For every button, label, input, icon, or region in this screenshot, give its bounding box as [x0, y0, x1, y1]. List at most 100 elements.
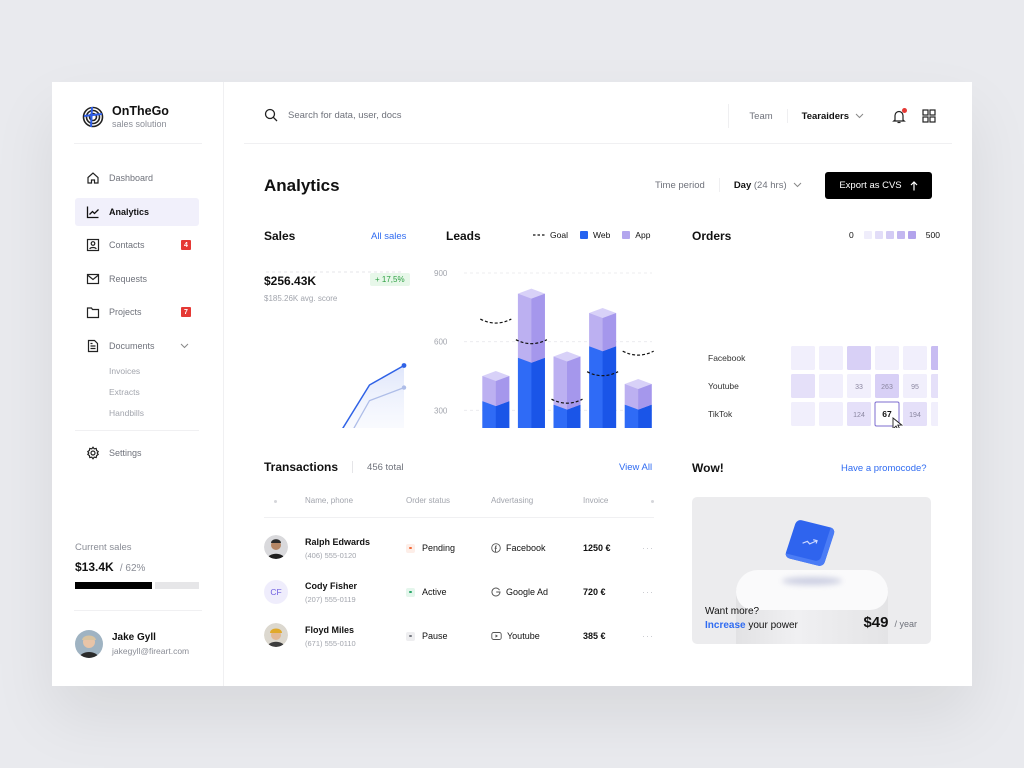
row-avatar [264, 623, 305, 649]
topbar: Search for data, user, docs Team Tearaid… [244, 82, 952, 144]
grid-icon [922, 109, 936, 123]
avatar [264, 535, 288, 559]
time-period: Time period Day (24 hrs) [655, 178, 802, 192]
logo-icon [82, 106, 104, 127]
gear-icon [86, 446, 100, 460]
apps-grid-button[interactable] [922, 109, 936, 123]
sidebar-subitem-invoices[interactable]: Invoices [75, 361, 199, 382]
heatmap-cell [931, 374, 938, 398]
sidebar-item-contacts[interactable]: Contacts 4 [75, 231, 199, 259]
status-text: Pending [422, 543, 456, 553]
legend-label: App [635, 230, 651, 240]
promo-card[interactable]: Want more? Increase your power $49 / yea… [692, 497, 931, 644]
row-name-phone: Cody Fisher (207) 555-0119 [305, 581, 406, 604]
header-menu-dot[interactable] [639, 496, 654, 505]
arrow-up-icon [910, 180, 918, 190]
search-icon [264, 108, 278, 122]
row-more-button[interactable]: ··· [639, 631, 654, 641]
row-more-button[interactable]: ··· [639, 587, 654, 597]
export-label: Export as CVS [839, 180, 902, 191]
bar-app-side [495, 376, 510, 407]
promo-title: Wow! [692, 461, 724, 475]
table-row[interactable]: Floyd Miles (671) 555-0110 Pause Youtube… [264, 614, 654, 658]
period-sub: (24 hrs) [753, 179, 787, 191]
col-name[interactable]: Name, phone [305, 496, 406, 505]
legend-swatch [863, 231, 872, 239]
chevron-down-icon[interactable] [180, 341, 189, 351]
time-period-select[interactable]: Day (24 hrs) [734, 180, 802, 191]
legend-swatch [874, 231, 883, 239]
promo-text: Want more? Increase your power [705, 605, 798, 633]
promo-highlight[interactable]: Increase [705, 620, 746, 631]
cell-value: 124 [853, 412, 865, 419]
sidebar-subitem-handbills[interactable]: Handbills [75, 403, 199, 424]
sidebar-item-settings[interactable]: Settings [75, 439, 199, 467]
bar-web-side [531, 357, 545, 428]
leads-legend: Goal Web App [533, 230, 650, 240]
current-sales-progress [75, 582, 199, 589]
sales-point-average [401, 385, 407, 390]
current-sales-value: $13.4K / 62% [75, 560, 199, 574]
row-name: Floyd Miles [305, 624, 355, 635]
team-label: Team [749, 110, 773, 122]
price-period: / year [894, 619, 917, 629]
view-all-link[interactable]: View All [619, 462, 652, 473]
row-label: TikTok [708, 409, 733, 419]
projects-badge: 7 [181, 307, 191, 317]
legend-label: Web [592, 230, 611, 240]
contact-card-icon [86, 238, 100, 252]
sidebar-nav: Dashboard Analytics Contacts 4 Requests … [75, 164, 199, 473]
y-tick-label: 900 [434, 269, 448, 278]
sidebar-item-dashboard[interactable]: Dashboard [75, 164, 199, 192]
orders-title: Orders [692, 229, 732, 243]
transactions-header: Transactions 456 total [264, 460, 403, 474]
legend-web: Web [579, 230, 611, 240]
heatmap-cell [819, 402, 843, 426]
header-select-dot[interactable] [264, 496, 305, 505]
transactions-title: Transactions [264, 460, 339, 474]
cube-shadow [782, 577, 842, 585]
leads-chart: 03006009000006121824 [434, 269, 654, 428]
table-row[interactable]: Ralph Edwards (406) 555-0120 Pending Fac… [264, 526, 654, 570]
legend-swatch [885, 231, 894, 239]
legend-label: Goal [550, 230, 568, 240]
all-sales-link[interactable]: All sales [371, 231, 406, 242]
row-label: Facebook [708, 353, 746, 363]
heatmap-cell [875, 346, 899, 370]
notifications-button[interactable] [892, 107, 907, 124]
search-input[interactable]: Search for data, user, docs [288, 110, 402, 121]
sidebar: OnTheGo sales solution Dashboard Analyti… [52, 82, 224, 686]
team-select[interactable]: Tearaiders [802, 111, 864, 122]
sidebar-item-requests[interactable]: Requests [75, 265, 199, 293]
bar-app-side [531, 293, 545, 363]
sidebar-item-label: Analytics [109, 206, 150, 217]
brand-name: OnTheGo [112, 104, 169, 118]
row-more-button[interactable]: ··· [639, 543, 654, 553]
user-profile[interactable]: Jake Gyll jakegyll@fireart.com [75, 630, 189, 658]
sidebar-item-documents[interactable]: Documents [75, 332, 199, 360]
search-bar[interactable]: Search for data, user, docs [264, 108, 402, 122]
sidebar-item-analytics[interactable]: Analytics [75, 197, 199, 226]
heatmap-cell [819, 374, 843, 398]
current-sales: Current sales $13.4K / 62% [75, 542, 199, 589]
sidebar-subitem-extracts[interactable]: Extracts [75, 382, 199, 403]
table-row[interactable]: CF Cody Fisher (207) 555-0119 Active Goo… [264, 570, 654, 614]
advertising-text: Google Ad [506, 587, 549, 597]
row-phone: (671) 555-0110 [305, 638, 356, 648]
col-advertising[interactable]: Advertasing [491, 496, 583, 505]
orders-legend: 0 500 [849, 230, 940, 240]
col-invoice[interactable]: Invoice [583, 496, 639, 505]
goal-line [480, 318, 512, 324]
promo-line2: your power [745, 620, 798, 631]
col-status[interactable]: Order status [406, 496, 491, 505]
sidebar-item-projects[interactable]: Projects 7 [75, 298, 199, 326]
brand-tagline: sales solution [112, 119, 167, 129]
bar-app-side [567, 356, 581, 410]
export-button[interactable]: Export as CVS [825, 172, 932, 199]
document-icon [86, 339, 100, 353]
sidebar-item-label: Contacts [109, 240, 145, 250]
promocode-link[interactable]: Have a promocode? [841, 463, 927, 474]
row-invoice: 1250 € [583, 543, 611, 553]
brand-logo[interactable]: OnTheGo sales solution [82, 104, 169, 129]
orders-heatmap: FacebookYoutube3326395TikTok12467194Wats… [708, 346, 938, 428]
